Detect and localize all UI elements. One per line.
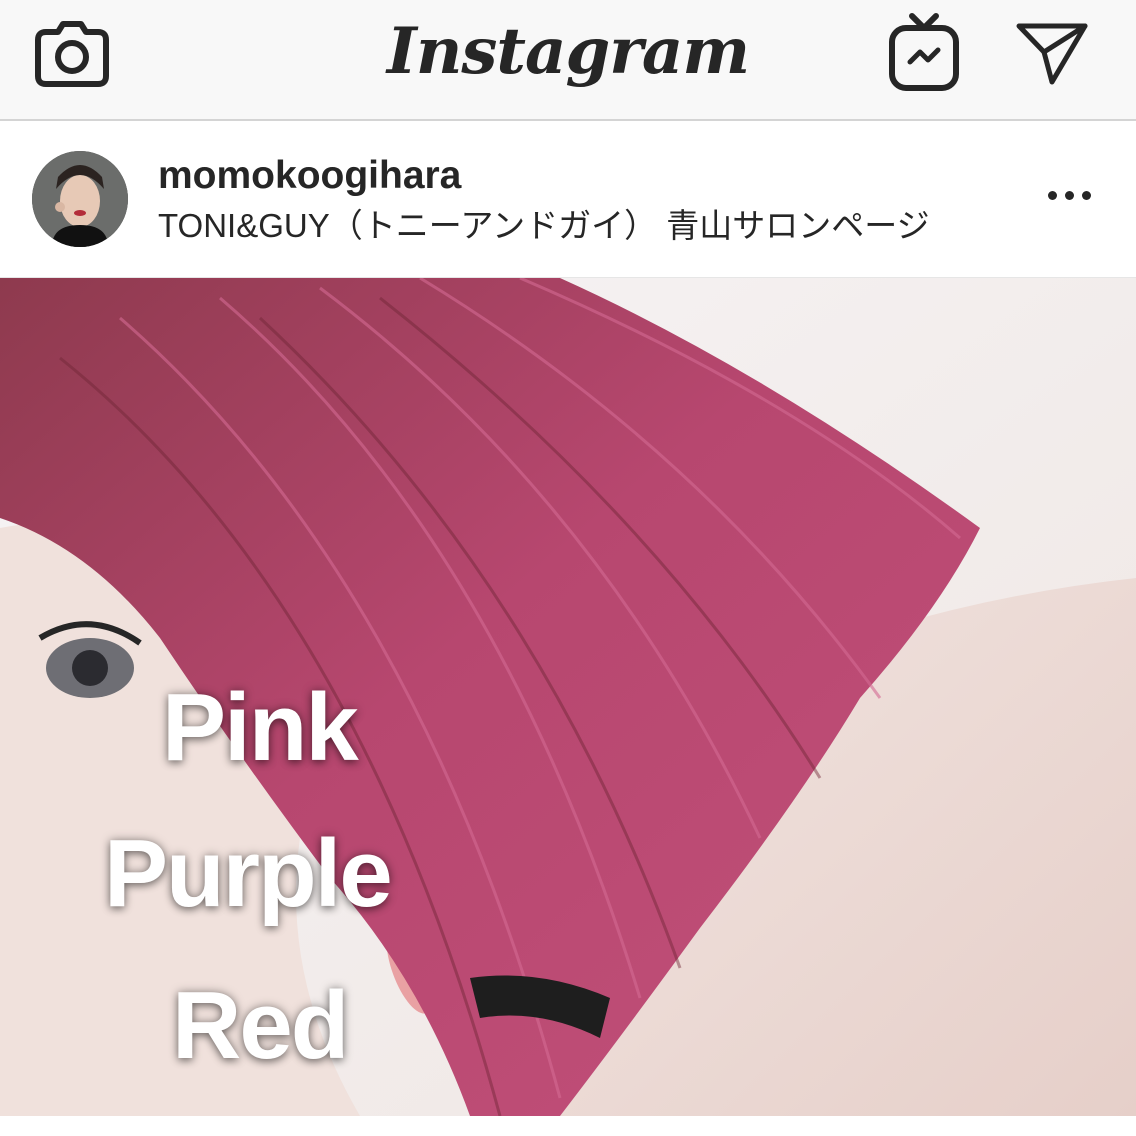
post-bottom-area <box>0 1116 1136 1136</box>
camera-icon[interactable] <box>34 18 110 88</box>
direct-message-icon[interactable] <box>1014 20 1090 86</box>
post-username[interactable]: momokoogihara <box>158 153 461 199</box>
instagram-wordmark: Instagram <box>386 14 750 89</box>
top-navigation-bar: Instagram <box>0 0 1136 121</box>
overlay-text-line-2: Purple <box>104 820 393 927</box>
instagram-app: Instagram momokoogihara TONI&GUY（トニーアンドガ… <box>0 0 1136 1136</box>
avatar[interactable] <box>32 151 128 247</box>
post-image[interactable]: Pink Purple Red <box>0 278 1136 1116</box>
more-options-icon[interactable] <box>1040 181 1100 211</box>
post-header: momokoogihara TONI&GUY（トニーアンドガイ） 青山サロンペー… <box>0 121 1136 278</box>
post-location[interactable]: TONI&GUY（トニーアンドガイ） 青山サロンページ <box>158 205 930 247</box>
overlay-text-line-1: Pink <box>162 674 359 781</box>
overlay-text-line-3: Red <box>172 972 349 1079</box>
igtv-icon[interactable] <box>888 12 960 92</box>
